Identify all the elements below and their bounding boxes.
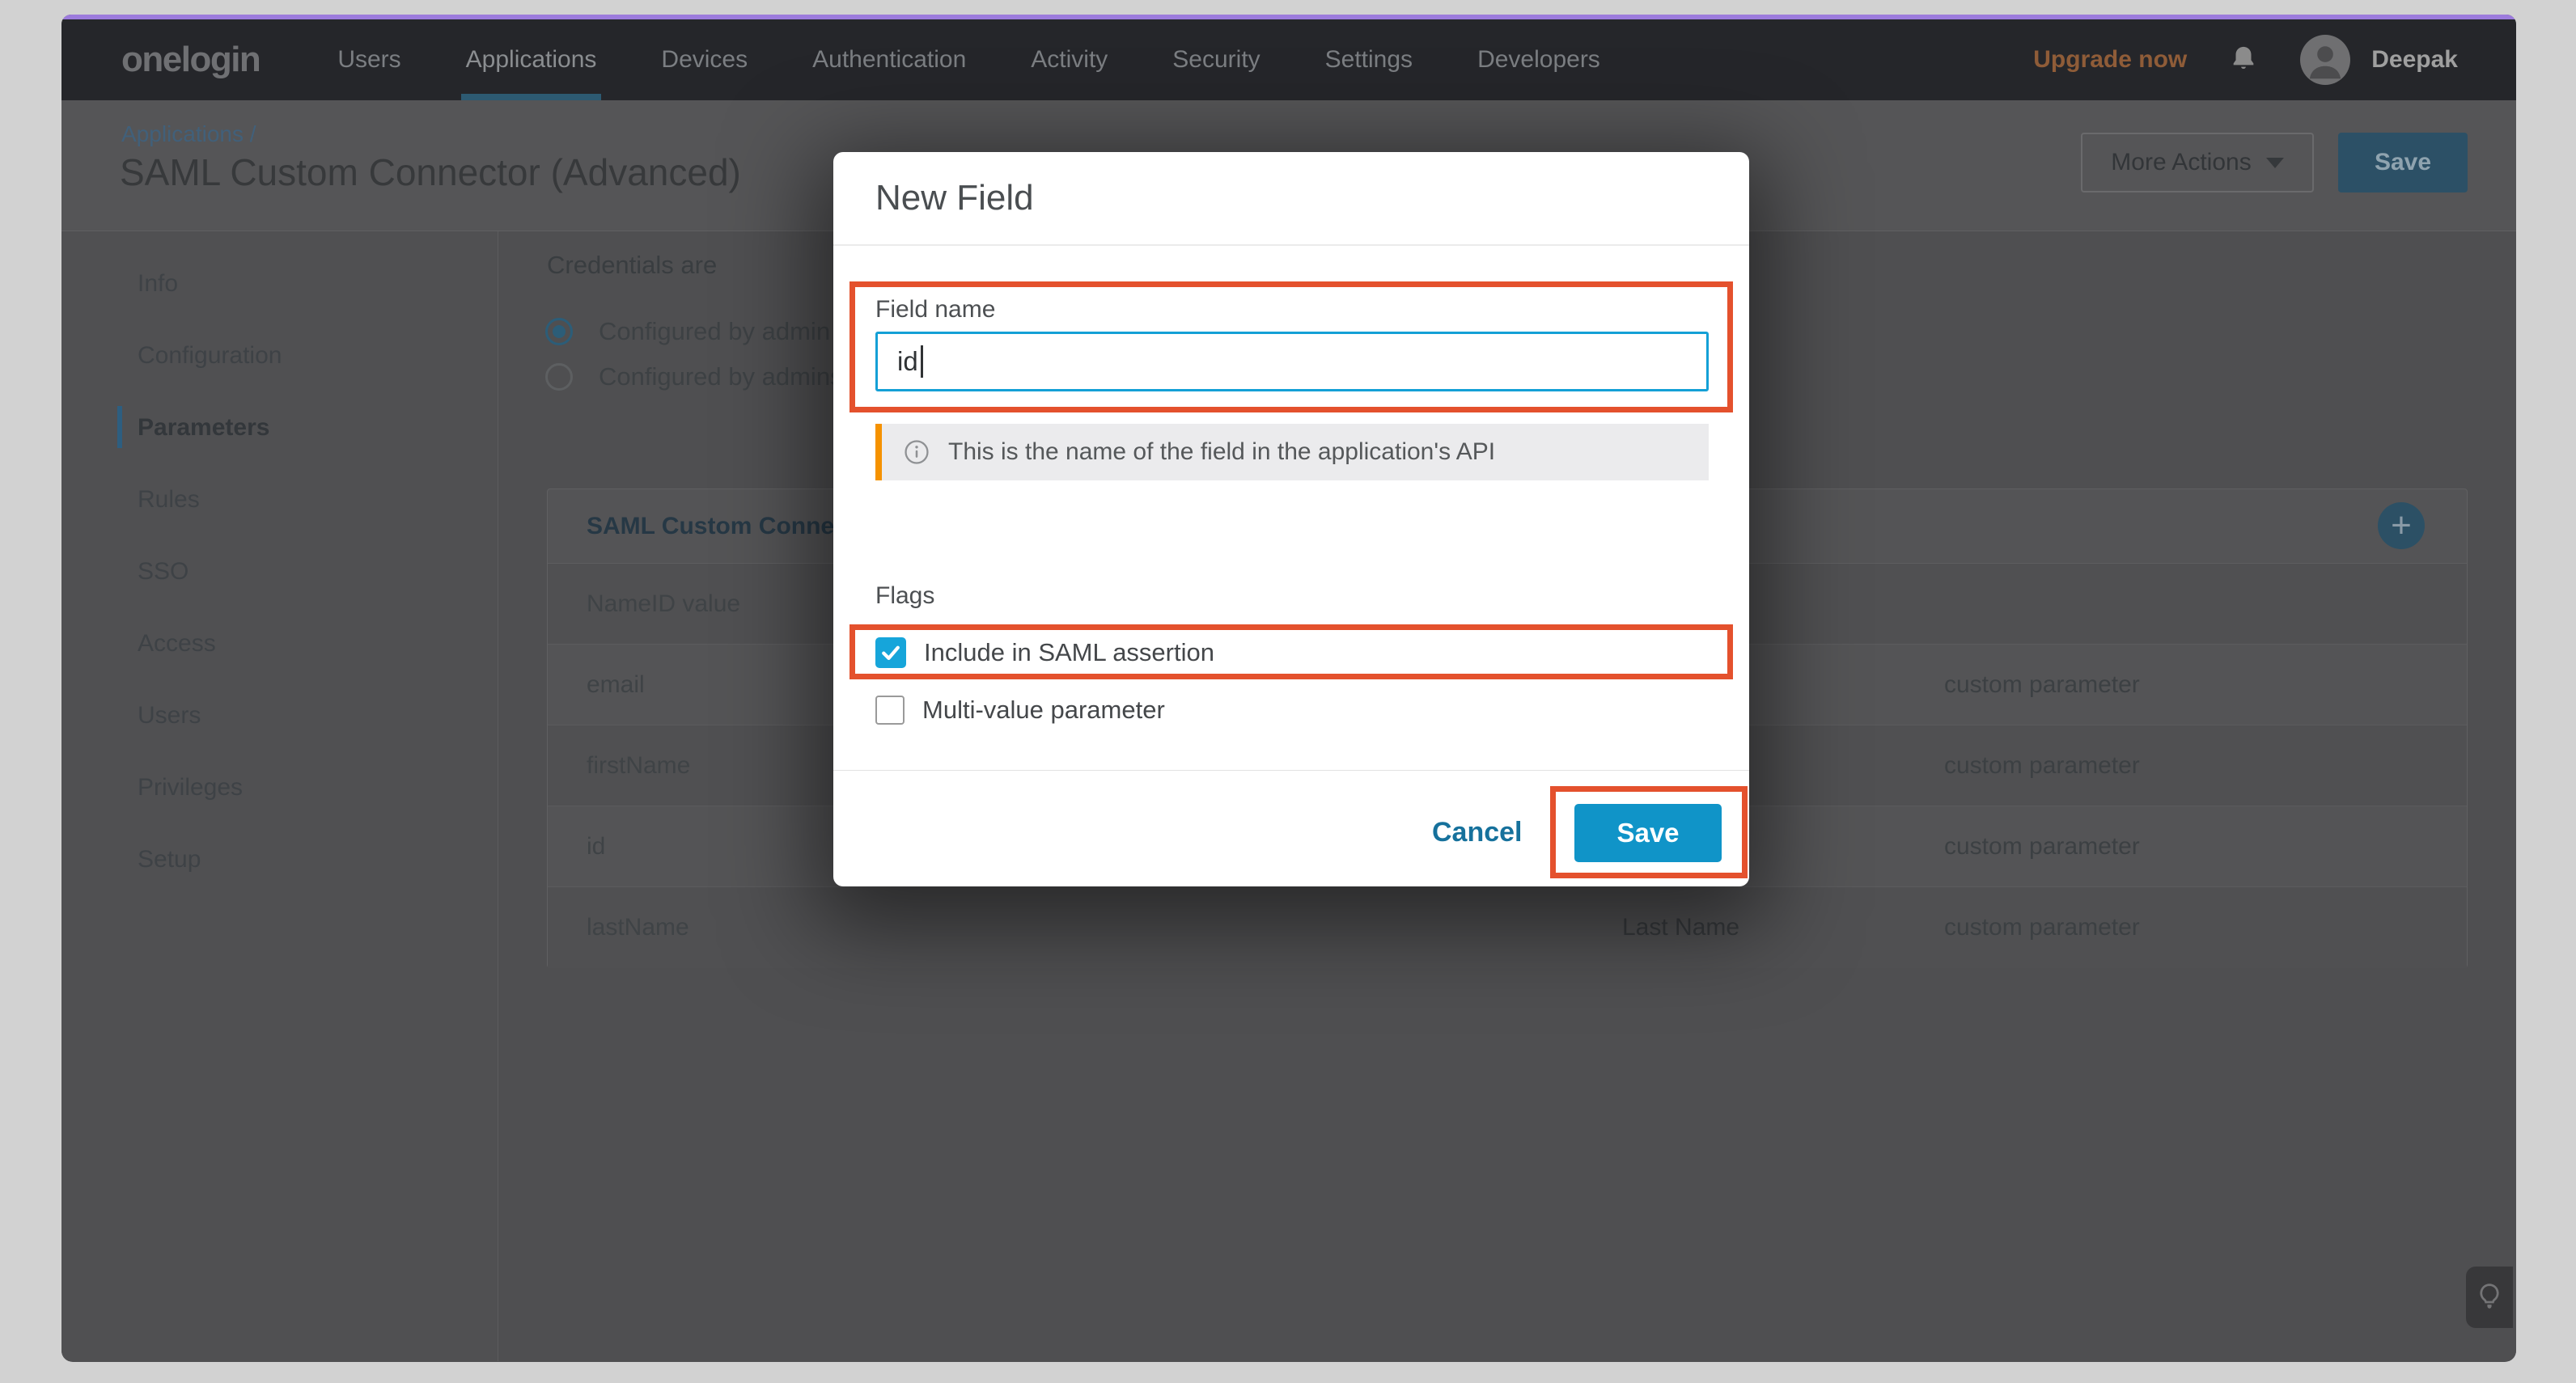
header-actions: More Actions Save [2081, 133, 2468, 192]
active-tab-underline [461, 94, 602, 100]
credentials-label: Credentials are [547, 251, 717, 280]
modal-footer-divider [833, 770, 1749, 771]
checkbox-include-saml-assertion[interactable]: Include in SAML assertion [875, 637, 1214, 668]
app-window: onelogin Users Applications Devices Auth… [61, 15, 2516, 1362]
onelogin-logo: onelogin [121, 40, 260, 80]
field-name-value: id [897, 346, 918, 377]
sidebar-item-privileges[interactable]: Privileges [61, 751, 498, 823]
navbar-right: Upgrade now Deepak [2033, 35, 2516, 85]
breadcrumb[interactable]: Applications / [121, 121, 256, 147]
sidebar-item-sso[interactable]: SSO [61, 535, 498, 607]
sidebar-item-access[interactable]: Access [61, 607, 498, 679]
sidebar-item-setup[interactable]: Setup [61, 823, 498, 895]
user-menu[interactable]: Deepak [2300, 35, 2458, 85]
nav-item-developers[interactable]: Developers [1477, 19, 1600, 100]
active-item-bar [117, 406, 122, 448]
user-avatar-icon [2300, 35, 2350, 85]
checkbox-checked-icon [875, 637, 906, 668]
sidebar-item-parameters[interactable]: Parameters [61, 391, 498, 463]
sidebar-item-configuration[interactable]: Configuration [61, 319, 498, 391]
checkbox-unchecked-icon [875, 696, 905, 725]
page-title: SAML Custom Connector (Advanced) [120, 150, 741, 194]
notification-bell-icon[interactable] [2227, 44, 2260, 76]
sidebar-item-info[interactable]: Info [61, 247, 498, 319]
field-info-text: This is the name of the field in the app… [948, 438, 1495, 466]
new-field-modal: New Field Field name id This is the name… [833, 152, 1749, 886]
nav-item-activity[interactable]: Activity [1031, 19, 1108, 100]
text-cursor [921, 345, 923, 378]
radio-unselected-icon [545, 363, 573, 391]
field-name-input[interactable]: id [875, 332, 1709, 391]
radio-configured-by-admin[interactable]: Configured by admin [545, 317, 830, 346]
top-navbar: onelogin Users Applications Devices Auth… [61, 19, 2516, 100]
sidebar-item-rules[interactable]: Rules [61, 463, 498, 535]
help-widget-button[interactable] [2466, 1267, 2513, 1328]
table-row[interactable]: lastName Last Name custom parameter [548, 887, 2467, 968]
nav-item-authentication[interactable]: Authentication [812, 19, 966, 100]
field-name-label: Field name [875, 296, 995, 324]
cancel-button[interactable]: Cancel [1432, 817, 1523, 848]
sidebar: Info Configuration Parameters Rules SSO … [61, 231, 498, 1361]
nav-items: Users Applications Devices Authenticatio… [337, 19, 1600, 100]
help-lightbulb-icon [2472, 1279, 2507, 1315]
modal-title: New Field [875, 178, 1034, 218]
field-info-note: This is the name of the field in the app… [875, 424, 1709, 480]
nav-item-security[interactable]: Security [1172, 19, 1260, 100]
nav-item-devices[interactable]: Devices [661, 19, 748, 100]
checkmark-icon [879, 641, 903, 665]
nav-item-settings[interactable]: Settings [1325, 19, 1413, 100]
modal-title-divider [833, 244, 1749, 246]
upgrade-now-link[interactable]: Upgrade now [2033, 46, 2187, 74]
nav-item-users[interactable]: Users [337, 19, 400, 100]
chevron-down-icon [2266, 158, 2284, 168]
checkbox-multi-value-parameter[interactable]: Multi-value parameter [875, 696, 1165, 725]
nav-item-applications[interactable]: Applications [466, 19, 597, 100]
header-save-button[interactable]: Save [2338, 133, 2468, 192]
more-actions-button[interactable]: More Actions [2081, 133, 2314, 192]
radio-selected-icon [545, 318, 573, 345]
user-name: Deepak [2371, 46, 2458, 74]
flags-label: Flags [875, 582, 934, 610]
sidebar-item-users[interactable]: Users [61, 679, 498, 751]
info-circle-icon [903, 438, 930, 466]
annotation-box-save-button [1550, 786, 1748, 878]
add-parameter-button[interactable]: + [2378, 502, 2425, 549]
